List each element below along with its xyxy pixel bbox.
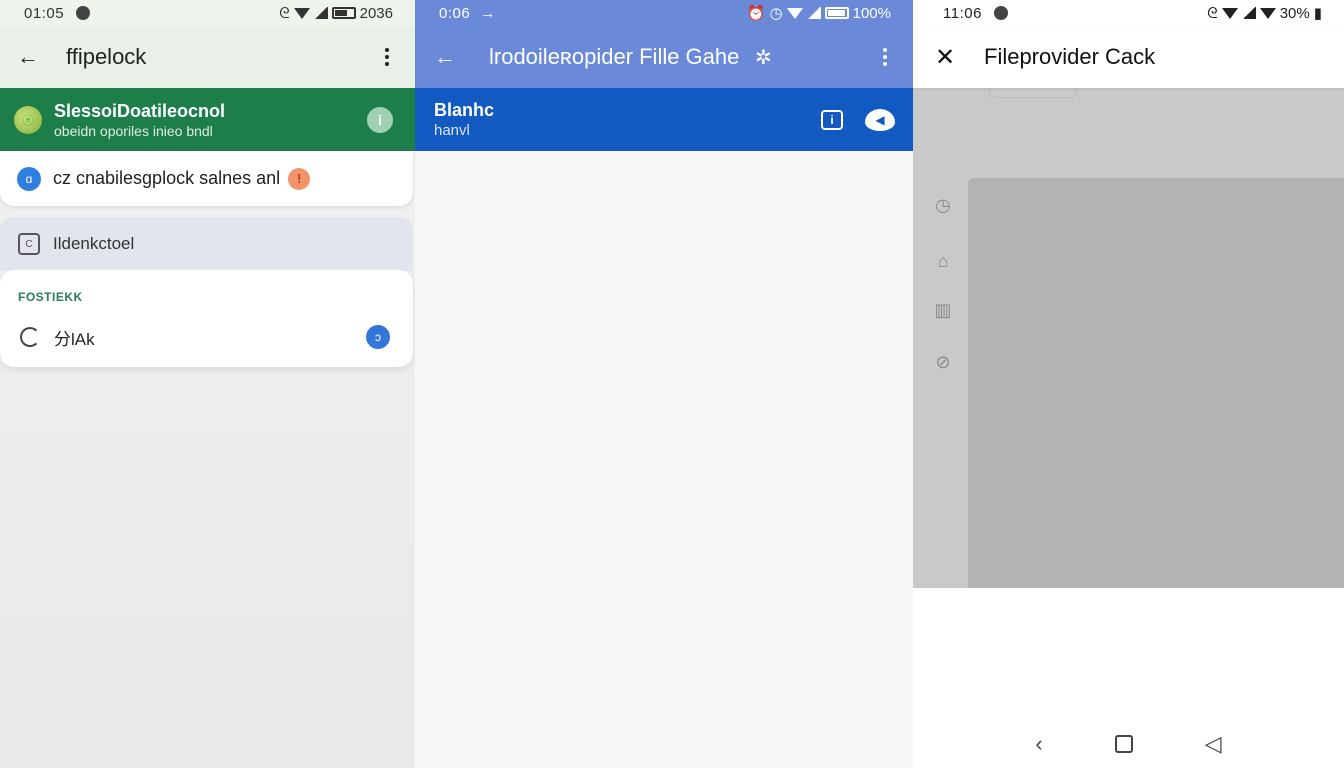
vibrate-icon: ᘓ [1207,4,1218,22]
battery-small-icon: ▮ [1313,5,1322,22]
system-nav-bar: ‹ ◁ [913,720,1344,768]
section-header: FOSTIEKK [18,290,83,304]
home-nav-icon[interactable] [1114,735,1133,753]
screen-3: 11:06 ᘓ 30% ▮ ✕ Fileprovider Cack ◷ ⌂ ▥ … [913,0,1344,768]
list-item-secondary[interactable]: C Ildenkctoel [0,217,413,271]
sync-icon [20,327,40,347]
screen-1: 01:05 ᘓ 2036 ← ffipelock ⓔ SlessoiDoatil… [0,0,415,768]
list-item-primary[interactable]: ɑ cz cnabilesgplock salnes anl ! [0,151,413,206]
app-bar: ← lrodoileʀopider Fille Gahe ✲ [415,26,913,88]
page-title: ffipelock [66,44,147,69]
status-bar: 01:05 ᘓ 2036 [0,0,415,26]
signal-icon [313,7,328,19]
side-rail: ◷ ⌂ ▥ ⊘ [932,194,954,373]
square-c-icon: C [18,233,40,255]
page-title: Fileprovider Cack [984,44,1156,69]
battery-icon [824,7,849,19]
account-avatar: ⓔ [14,105,42,134]
clock-icon[interactable]: ◷ [932,194,954,216]
account-subtitle: obeidn oporiles inieo bndl [54,122,213,139]
settings-section-card: FOSTIEKK 分lAk ↄ [0,270,413,367]
alarm-icon: ⏰ [746,5,766,22]
vibrate-icon: ᘓ [279,4,290,22]
settings-item[interactable]: 分lAk ↄ [0,320,413,354]
toggle-button[interactable]: ↄ [366,325,390,349]
settings-item-label: 分lAk [54,329,95,349]
list-item-label: Ildenkctoel [53,234,135,253]
notification-icon [993,6,1008,20]
banner-subtitle: hanvl [434,122,470,139]
drag-handle[interactable] [989,88,1077,98]
app-bar: ✕ Fileprovider Cack [913,26,1344,88]
header-banner: Blanhc hanvl i ◀ [415,88,913,151]
app-bar: ← ffipelock [0,26,415,88]
more-options-icon[interactable] [367,37,407,77]
wifi-icon [293,7,310,19]
signal-icon [806,7,821,19]
battery-icon [331,7,356,19]
status-right-text: 100% [852,4,891,22]
back-arrow-icon[interactable]: ← [425,37,465,77]
account-banner[interactable]: ⓔ SlessoiDoatileocnol obeidn oporiles in… [0,88,415,151]
folder-icon[interactable]: ⌂ [932,250,954,272]
banner-title: Blanhc [434,100,495,120]
back-nav-icon[interactable]: ‹ [1035,731,1042,757]
modal-scrim[interactable]: ◷ ⌂ ▥ ⊘ [913,88,1344,588]
arrow-small-icon: → [480,4,496,22]
recents-nav-icon[interactable]: ◁ [1205,731,1222,757]
close-icon[interactable]: ✕ [925,37,965,77]
clock-icon: ◷ [769,5,783,22]
wifi-icon [1221,7,1238,19]
status-time: 11:06 [943,4,982,22]
status-bar: 11:06 ᘓ 30% ▮ [913,0,1344,26]
wifi-icon [786,7,803,19]
warning-badge-icon: ! [288,167,311,190]
status-right-text: 2036 [359,4,393,22]
cloud-icon[interactable]: ◀ [865,108,895,131]
back-arrow-icon[interactable]: ← [8,37,48,77]
screen-2: 0:06 → ⏰ ◷ 100% ← lrodoileʀopider Fille … [415,0,913,768]
app-icon: ɑ [17,166,41,191]
notification-icon [76,6,91,20]
info-box-icon[interactable]: i [821,109,843,130]
status-right-text: 30% [1279,4,1310,22]
status-bar: 0:06 → ⏰ ◷ 100% [415,0,913,26]
list-item-label: cz cnabilesgplock salnes anl [53,168,281,188]
gear-icon[interactable]: ✲ [743,37,783,77]
page-title: lrodoileʀopider Fille Gahe [489,44,740,69]
calendar-icon[interactable]: ▥ [932,299,954,321]
more-options-icon[interactable] [865,37,905,77]
signal-icon [1241,7,1256,19]
compass-icon[interactable]: ⊘ [932,351,954,373]
status-time: 01:05 [24,4,65,22]
wifi-icon-2 [1259,7,1276,19]
account-name: SlessoiDoatileocnol [54,100,226,121]
content-sheet [968,178,1344,588]
info-icon[interactable]: i [367,106,393,133]
status-time: 0:06 [439,4,471,22]
